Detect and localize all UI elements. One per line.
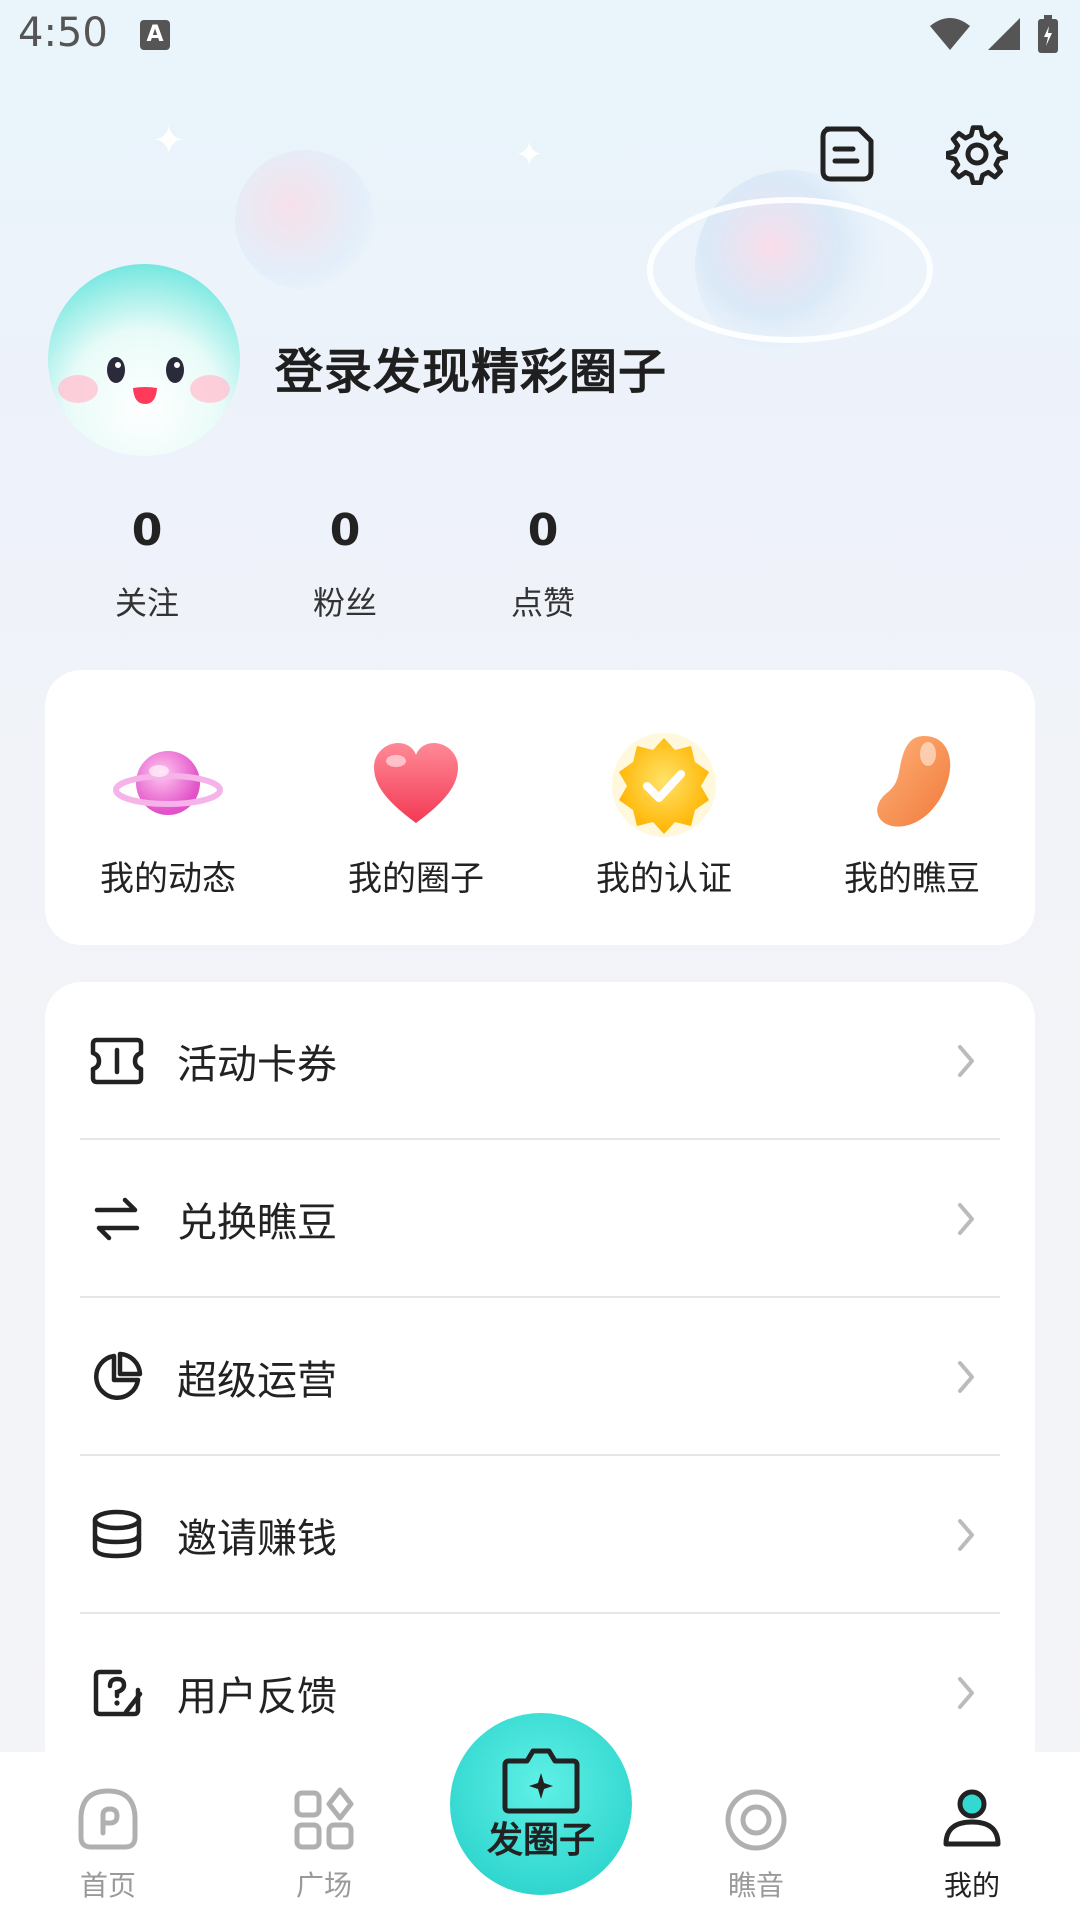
gear-icon	[946, 125, 1008, 185]
nav-item-square[interactable]: 广场	[264, 1780, 384, 1904]
menu-item-invite-earn[interactable]: 邀请赚钱	[45, 1456, 1035, 1614]
exchange-icon	[87, 1189, 147, 1249]
disc-icon	[716, 1780, 796, 1860]
menu-item-label: 兑换瞧豆	[177, 1200, 337, 1246]
feedback-icon	[87, 1663, 147, 1723]
sparkle-icon: ✦	[515, 135, 544, 175]
battery-icon	[1038, 15, 1058, 53]
menu-card: 活动卡券 兑换瞧豆 超级运营 邀请赚钱 用户反馈	[45, 982, 1035, 1782]
chevron-right-icon	[956, 1041, 980, 1081]
stat-fans[interactable]: 0 粉丝	[275, 505, 415, 624]
bean-icon	[852, 725, 972, 845]
chevron-right-icon	[956, 1357, 980, 1397]
heart-icon	[356, 725, 476, 845]
notification-badge-icon: A	[140, 20, 170, 50]
nav-item-qiaoyin[interactable]: 瞧音	[696, 1780, 816, 1904]
wifi-icon	[930, 18, 970, 50]
stat-label: 粉丝	[312, 584, 377, 622]
sparkle-icon: ✦	[152, 118, 186, 164]
quick-item-my-beans[interactable]: 我的瞧豆	[812, 725, 1012, 900]
menu-item-super-operation[interactable]: 超级运营	[45, 1298, 1035, 1456]
signal-icon	[988, 18, 1020, 50]
system-status-icons	[928, 14, 1060, 54]
post-circle-button[interactable]: 发圈子	[450, 1713, 632, 1895]
quick-item-my-certification[interactable]: 我的认证	[564, 725, 764, 900]
home-icon	[68, 1780, 148, 1860]
nav-label: 首页	[79, 1869, 136, 1902]
stat-value: 0	[527, 505, 559, 556]
coins-icon	[87, 1505, 147, 1565]
nav-label: 我的	[943, 1869, 1000, 1902]
menu-item-label: 邀请赚钱	[177, 1516, 337, 1562]
login-prompt[interactable]: 登录发现精彩圈子	[275, 332, 667, 402]
planet-icon	[108, 725, 228, 845]
nav-item-home[interactable]: 首页	[48, 1780, 168, 1904]
grid-icon	[284, 1780, 364, 1860]
menu-item-label: 活动卡券	[177, 1042, 337, 1088]
camera-sparkle-icon	[502, 1748, 580, 1814]
post-button-label: 发圈子	[486, 1820, 595, 1861]
chevron-right-icon	[956, 1199, 980, 1239]
user-icon	[932, 1780, 1012, 1860]
ticket-icon	[87, 1031, 147, 1091]
quick-actions-card: 我的动态 我的圈子 我的认证 我的瞧豆	[45, 670, 1035, 945]
stat-label: 点赞	[510, 584, 575, 622]
decorative-bubble	[235, 150, 375, 290]
mascot-face-icon	[58, 357, 230, 404]
badge-check-icon	[604, 725, 724, 845]
quick-item-my-posts[interactable]: 我的动态	[68, 725, 268, 900]
stat-likes[interactable]: 0 点赞	[473, 505, 613, 624]
status-time: 4:50	[18, 10, 108, 56]
settings-button[interactable]	[945, 122, 1009, 186]
quick-item-label: 我的瞧豆	[844, 859, 980, 899]
nav-label: 瞧音	[727, 1869, 784, 1902]
quick-item-label: 我的动态	[100, 859, 236, 899]
stat-value: 0	[131, 505, 163, 556]
quick-item-label: 我的认证	[596, 859, 732, 899]
quick-item-label: 我的圈子	[348, 859, 484, 899]
stat-label: 关注	[114, 584, 179, 622]
stat-value: 0	[329, 505, 361, 556]
nav-label: 广场	[295, 1869, 352, 1902]
nav-item-mine[interactable]: 我的	[912, 1780, 1032, 1904]
menu-item-label: 超级运营	[177, 1358, 337, 1404]
menu-item-activity-coupons[interactable]: 活动卡券	[45, 982, 1035, 1140]
pie-chart-icon	[87, 1347, 147, 1407]
menu-item-exchange-beans[interactable]: 兑换瞧豆	[45, 1140, 1035, 1298]
chevron-right-icon	[956, 1673, 980, 1713]
avatar[interactable]	[48, 264, 240, 456]
note-button[interactable]	[815, 122, 879, 186]
quick-item-my-circles[interactable]: 我的圈子	[316, 725, 516, 900]
note-icon	[820, 126, 874, 182]
stat-following[interactable]: 0 关注	[77, 505, 217, 624]
chevron-right-icon	[956, 1515, 980, 1555]
decorative-planet	[647, 170, 933, 360]
